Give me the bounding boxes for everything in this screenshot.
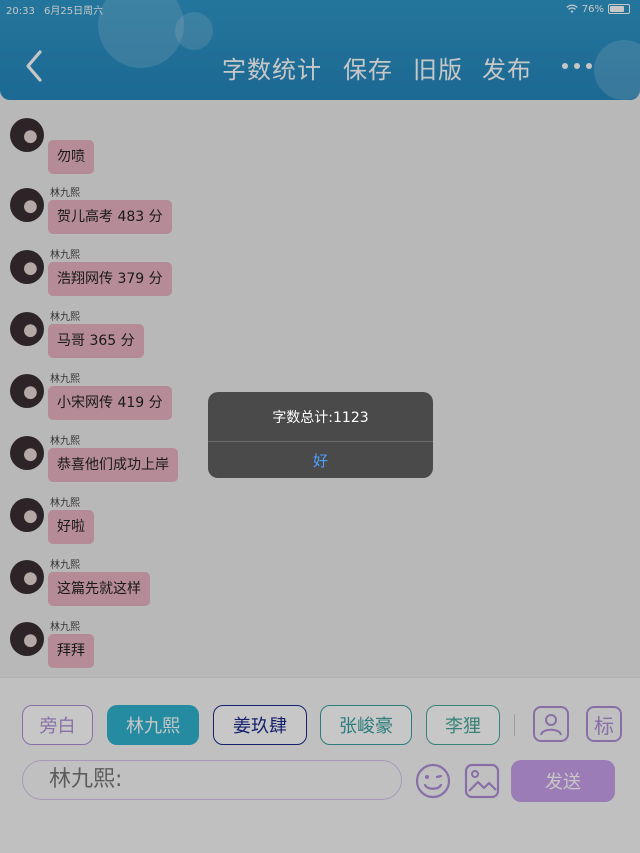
- alert-ok-button[interactable]: 好: [208, 442, 433, 478]
- word-count-alert: 字数总计:1123 好: [208, 392, 433, 478]
- alert-message: 字数总计:1123: [272, 409, 369, 426]
